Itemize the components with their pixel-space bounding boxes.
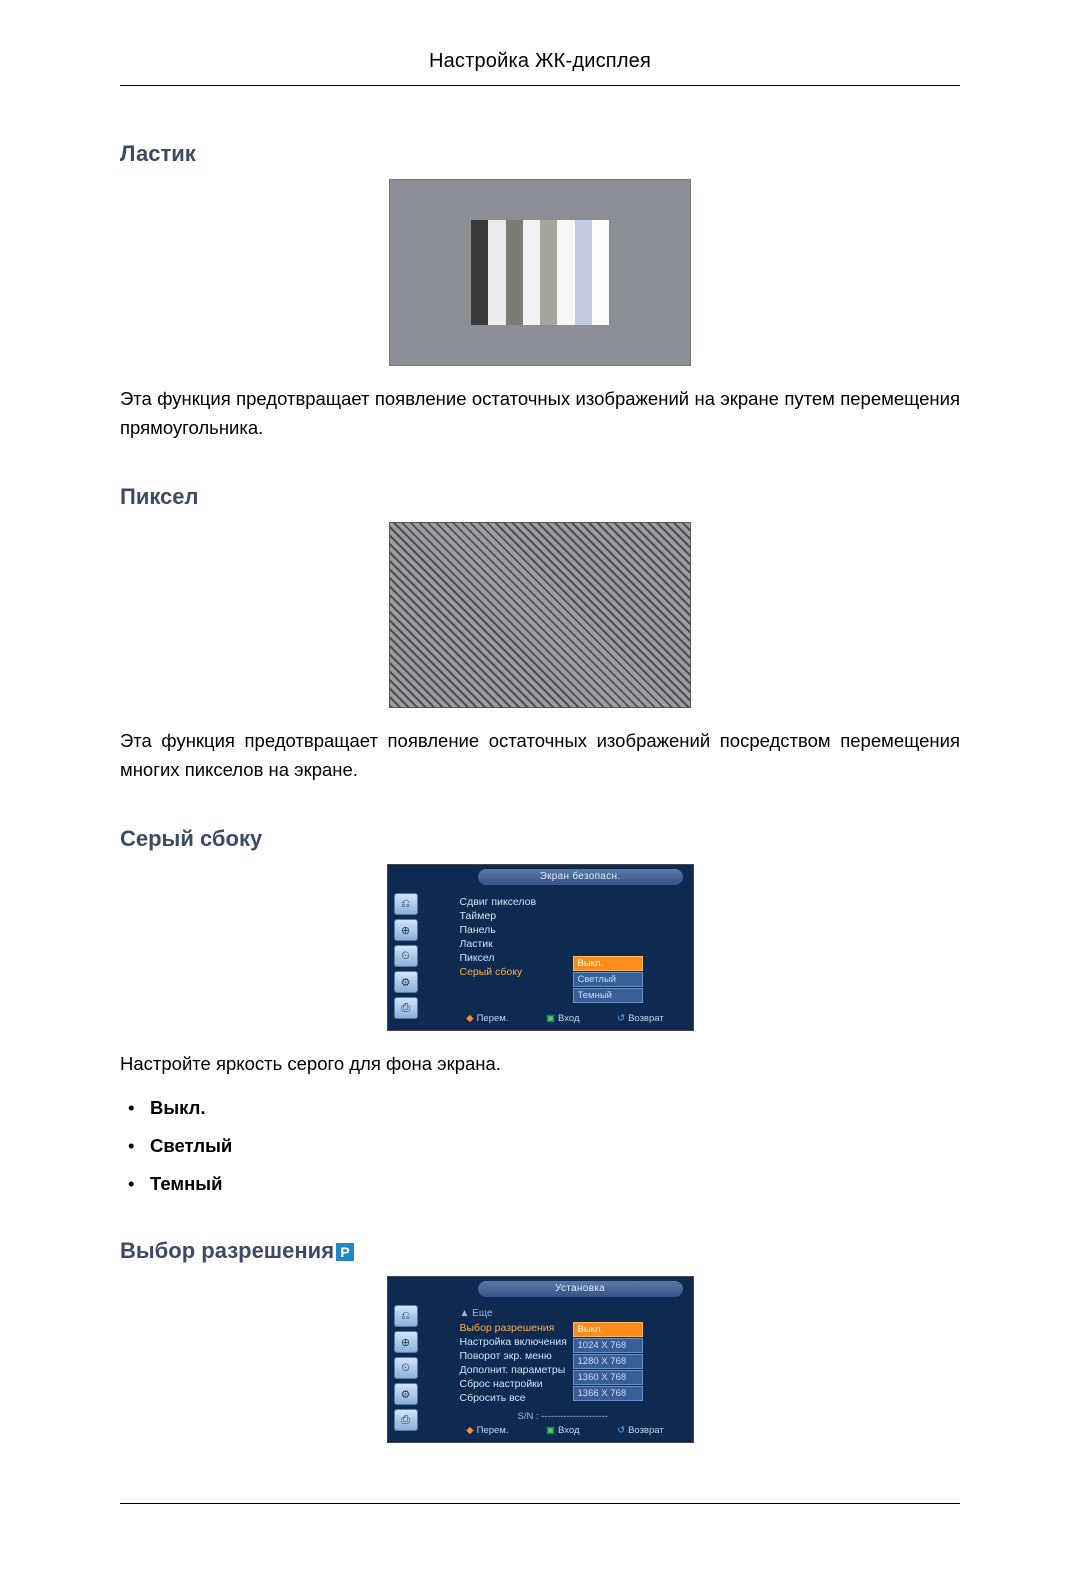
osd-footer-enter: ▣ Вход	[546, 1425, 579, 1436]
osd-value-option: Выкл.	[573, 956, 643, 971]
osd-footer-move-label: Перем.	[477, 1425, 509, 1436]
figure-pixel	[120, 522, 960, 708]
bar	[523, 220, 540, 325]
pixel-text: Эта функция предотвращает появление оста…	[120, 726, 960, 784]
osd-footer: ◆ Перем. ▣ Вход ↺ Возврат	[448, 1421, 683, 1440]
osd-value-option: 1024 X 768	[573, 1338, 643, 1353]
bar	[592, 220, 609, 325]
osd-footer-move-label: Перем.	[477, 1013, 509, 1024]
osd-tab-icon: ⚙	[394, 971, 418, 993]
osd-footer-return: ↺ Возврат	[617, 1013, 664, 1024]
osd-value-option: Выкл.	[573, 1322, 643, 1337]
return-icon: ↺	[617, 1013, 625, 1024]
osd-menu-item: Серый сбоку	[460, 965, 537, 979]
pc-mode-badge: P	[336, 1243, 354, 1261]
osd-menu-item: Сдвиг пикселов	[460, 895, 537, 909]
bar	[506, 220, 523, 325]
osd-footer-return-label: Возврат	[628, 1013, 664, 1024]
figure-osd-resolution: Установка ⎌ ⊕ ⏲ ⚙ ⎙ ▲ ЕщеВыбор разрешенияНас…	[120, 1276, 960, 1443]
bar	[471, 220, 488, 325]
figure-eraser	[120, 179, 960, 366]
page-header: Настройка ЖК-дисплея	[120, 50, 960, 86]
osd-menu-item: Панель	[460, 923, 537, 937]
heading-resolution: Выбор разрешенияP	[120, 1238, 960, 1264]
osd-menu-item: Ластик	[460, 937, 537, 951]
osd-menu-item: Дополнит. параметры	[460, 1363, 567, 1377]
option-item: Темный	[150, 1172, 960, 1196]
enter-icon: ▣	[546, 1425, 555, 1436]
bar	[488, 220, 505, 325]
osd-tab-icon: ⎌	[394, 893, 418, 915]
osd-icons: ⎌ ⊕ ⏲ ⚙ ⎙	[394, 889, 422, 1023]
osd-sidegray: Экран безопасн. ⎌ ⊕ ⏲ ⚙ ⎙ Сдвиг пикселовТайм…	[387, 864, 694, 1031]
page: Настройка ЖК-дисплея Ластик Эта функция …	[0, 0, 1080, 1574]
heading-pixel: Пиксел	[120, 484, 960, 510]
osd-footer-return-label: Возврат	[628, 1425, 664, 1436]
osd-footer-enter: ▣ Вход	[546, 1013, 579, 1024]
osd-footer: ◆ Перем. ▣ Вход ↺ Возврат	[448, 1009, 683, 1028]
heading-sidegray: Серый сбоку	[120, 826, 960, 852]
osd-more: ▲ Еще	[460, 1307, 567, 1321]
osd-tab-icon: ⏲	[394, 1357, 418, 1379]
osd-menu: Сдвиг пикселовТаймерПанельЛастикПикселСе…	[460, 895, 537, 979]
osd-menu-item: Поворот экр. меню	[460, 1349, 567, 1363]
osd-tab-icon: ⎙	[394, 997, 418, 1019]
bar	[575, 220, 592, 325]
osd-title: Экран безопасн.	[478, 869, 683, 885]
osd-tab-icon: ⊕	[394, 1331, 418, 1353]
osd-menu-item: Таймер	[460, 909, 537, 923]
osd-footer-move: ◆ Перем.	[466, 1425, 508, 1436]
eraser-bars	[471, 220, 609, 325]
osd-menu-item: Выбор разрешения	[460, 1321, 567, 1335]
osd-footer-return: ↺ Возврат	[617, 1425, 664, 1436]
heading-resolution-text: Выбор разрешения	[120, 1238, 334, 1263]
osd-value-option: Светлый	[573, 972, 643, 987]
osd-footer-enter-label: Вход	[558, 1425, 580, 1436]
osd-values: Выкл.СветлыйТемный	[573, 955, 643, 1004]
osd-footer-move: ◆ Перем.	[466, 1013, 508, 1024]
sidegray-options: Выкл. Светлый Темный	[120, 1096, 960, 1196]
osd-value-option: 1360 X 768	[573, 1370, 643, 1385]
diamond-icon: ◆	[466, 1013, 473, 1024]
osd-tab-icon: ⏲	[394, 945, 418, 967]
osd-tab-icon: ⊕	[394, 919, 418, 941]
diamond-icon: ◆	[466, 1425, 473, 1436]
eraser-preview	[389, 179, 691, 366]
osd-value-option: Темный	[573, 988, 643, 1003]
bar	[540, 220, 557, 325]
pixel-preview	[389, 522, 691, 708]
osd-title: Установка	[478, 1281, 683, 1297]
osd-menu-item: Сброс настройки	[460, 1377, 567, 1391]
enter-icon: ▣	[546, 1013, 555, 1024]
eraser-text: Эта функция предотвращает появление оста…	[120, 384, 960, 442]
sidegray-intro: Настройте яркость серого для фона экрана…	[120, 1049, 960, 1078]
osd-tab-icon: ⎌	[394, 1305, 418, 1327]
osd-resolution: Установка ⎌ ⊕ ⏲ ⚙ ⎙ ▲ ЕщеВыбор разрешенияНас…	[387, 1276, 694, 1443]
option-item: Светлый	[150, 1134, 960, 1158]
osd-value-option: 1280 X 768	[573, 1354, 643, 1369]
osd-menu-item: Настройка включения	[460, 1335, 567, 1349]
figure-osd-sidegray: Экран безопасн. ⎌ ⊕ ⏲ ⚙ ⎙ Сдвиг пикселовТайм…	[120, 864, 960, 1031]
osd-icons: ⎌ ⊕ ⏲ ⚙ ⎙	[394, 1301, 422, 1435]
osd-menu: ▲ ЕщеВыбор разрешенияНастройка включения…	[460, 1307, 567, 1405]
osd-values: Выкл.1024 X 7681280 X 7681360 X 7681366 …	[573, 1321, 643, 1402]
osd-menu-item: Сбросить все	[460, 1391, 567, 1405]
return-icon: ↺	[617, 1425, 625, 1436]
osd-menu-item: Пиксел	[460, 951, 537, 965]
heading-eraser: Ластик	[120, 141, 960, 167]
bar	[557, 220, 574, 325]
option-item: Выкл.	[150, 1096, 960, 1120]
osd-tab-icon: ⚙	[394, 1383, 418, 1405]
osd-value-option: 1366 X 768	[573, 1386, 643, 1401]
footer-rule	[120, 1503, 960, 1504]
osd-tab-icon: ⎙	[394, 1409, 418, 1431]
osd-footer-enter-label: Вход	[558, 1013, 580, 1024]
